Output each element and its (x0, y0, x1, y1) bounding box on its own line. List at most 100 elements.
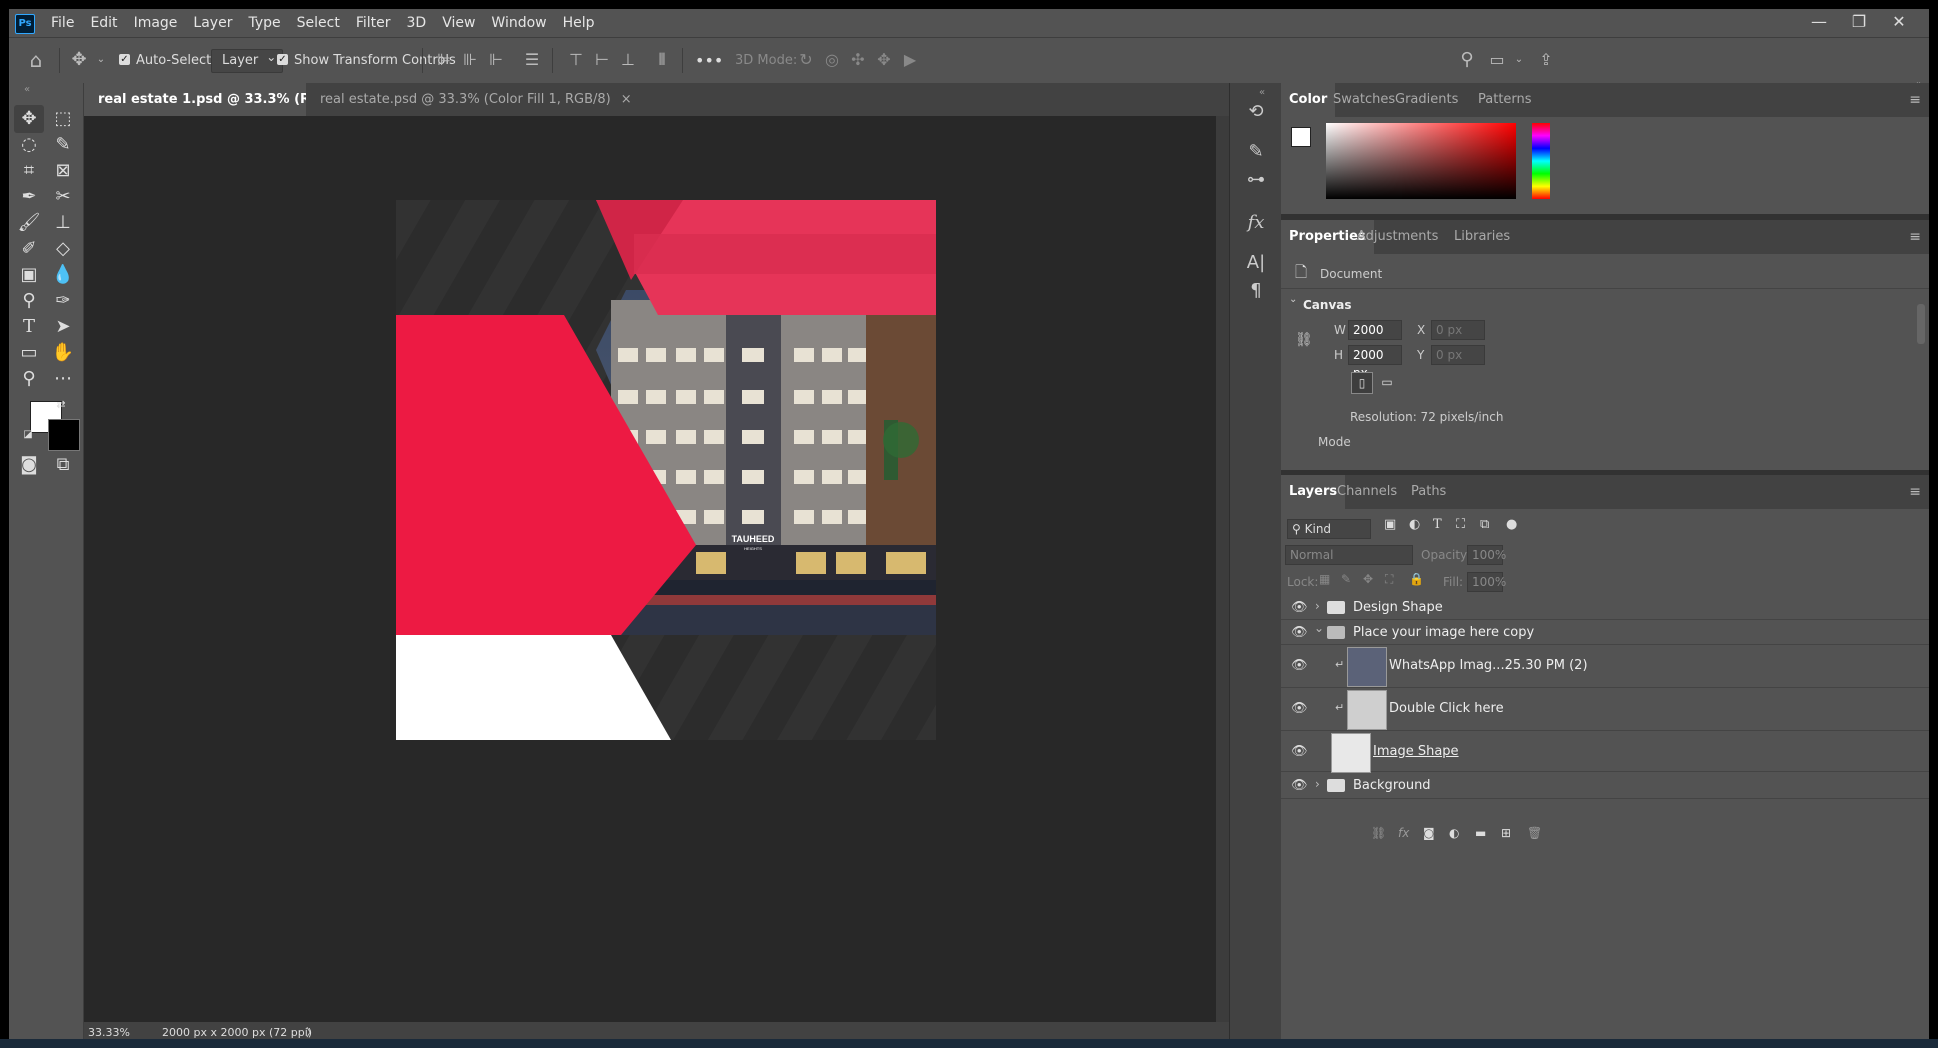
portrait-orientation-icon[interactable]: ▯ (1351, 372, 1373, 394)
tab-gradients[interactable]: Gradients (1387, 83, 1466, 117)
eye-icon[interactable]: 👁 (1291, 701, 1308, 716)
character-icon[interactable]: A| (1242, 249, 1270, 277)
layer-row[interactable]: 👁 Image Shape (1281, 731, 1929, 773)
adjustments-icon[interactable]: ⊶ (1242, 166, 1270, 194)
menu-select[interactable]: Select (289, 9, 348, 37)
add-mask-icon[interactable]: ◙ (1423, 826, 1435, 840)
tab-adjustments[interactable]: Adjustments (1349, 220, 1446, 254)
height-field[interactable]: 2000 px (1348, 345, 1402, 380)
layer-row[interactable]: 👁 › Background (1281, 772, 1929, 799)
filter-adjustment-icon[interactable]: ◐ (1409, 517, 1420, 532)
dodge-tool-icon[interactable]: ⚲ (14, 287, 44, 315)
filter-type-icon[interactable]: T (1433, 517, 1442, 532)
layer-row[interactable]: 👁 ↵ WhatsApp Imag...25.30 PM (2) (1281, 645, 1929, 688)
x-field[interactable]: 0 px (1431, 320, 1485, 340)
eye-icon[interactable]: 👁 (1291, 625, 1308, 640)
restore-button[interactable]: ❐ (1839, 9, 1879, 37)
path-select-tool-icon[interactable]: ➤ (48, 313, 78, 341)
styles-fx-icon[interactable]: fx (1242, 209, 1270, 237)
blur-tool-icon[interactable]: 💧 (48, 261, 78, 289)
width-field[interactable]: 2000 px (1348, 320, 1402, 355)
tab-paths[interactable]: Paths (1403, 475, 1454, 509)
chevron-down-icon[interactable]: ⌄ (1289, 294, 1297, 305)
eye-icon[interactable]: 👁 (1291, 658, 1308, 673)
vertical-scrollbar[interactable] (1216, 116, 1229, 1022)
marquee-tool-icon[interactable]: ⬚ (48, 105, 78, 133)
menu-type[interactable]: Type (240, 9, 288, 37)
background-color-swatch[interactable] (48, 419, 80, 451)
brush-tool-icon[interactable]: 🖌 (14, 209, 44, 237)
blend-mode-dropdown[interactable]: Normal (1285, 545, 1413, 565)
filter-pixel-icon[interactable]: ▣ (1384, 517, 1396, 532)
screen-mode-icon[interactable]: ⧉ (48, 451, 78, 479)
layer-filter-kind[interactable]: ⚲ Kind (1287, 519, 1371, 539)
layer-row[interactable]: 👁 › Design Shape (1281, 595, 1929, 620)
history-brush-tool-icon[interactable]: ✐ (14, 235, 44, 263)
frame-tool-icon[interactable]: ⊠ (48, 157, 78, 185)
align-left-icon[interactable]: ⊫ (434, 50, 454, 70)
quick-mask-icon[interactable]: ◙ (14, 451, 44, 479)
tab-channels[interactable]: Channels (1329, 475, 1405, 509)
properties-scrollbar[interactable] (1917, 304, 1925, 344)
eraser-tool-icon[interactable]: ◇ (48, 235, 78, 263)
camera-3d-icon[interactable]: ▶ (900, 50, 920, 70)
share-icon[interactable]: ⇪ (1536, 50, 1556, 70)
new-layer-icon[interactable]: ⊞ (1501, 826, 1511, 840)
fill-field[interactable]: 100% (1467, 572, 1506, 592)
chevron-down-icon[interactable]: ⌄ (91, 50, 111, 70)
menu-filter[interactable]: Filter (348, 9, 399, 37)
trash-icon[interactable]: 🗑 (1527, 826, 1542, 840)
hue-slider[interactable] (1532, 123, 1550, 199)
quick-select-tool-icon[interactable]: ✎ (48, 131, 78, 159)
foreground-color-swatch[interactable] (1291, 127, 1311, 147)
align-middle-icon[interactable]: ⊢ (592, 50, 612, 70)
align-center-icon[interactable]: ⊪ (460, 50, 480, 70)
menu-edit[interactable]: Edit (82, 9, 125, 37)
type-tool-icon[interactable]: T (14, 313, 44, 341)
layer-row[interactable]: 👁 ↵ Double Click here (1281, 688, 1929, 731)
eye-icon[interactable]: 👁 (1291, 600, 1308, 615)
orbit-3d-icon[interactable]: ↻ (796, 50, 816, 70)
zoom-tool-icon[interactable]: ⚲ (14, 365, 44, 393)
tab-real-estate[interactable]: real estate.psd @ 33.3% (Color Fill 1, R… (306, 83, 646, 116)
close-button[interactable]: ✕ (1879, 9, 1919, 37)
align-right-icon[interactable]: ⊩ (486, 50, 506, 70)
tab-libraries[interactable]: Libraries (1446, 220, 1518, 254)
pen-tool-icon[interactable]: ✑ (48, 287, 78, 315)
roll-3d-icon[interactable]: ◎ (822, 50, 842, 70)
eye-icon[interactable]: 👁 (1291, 744, 1308, 759)
filter-toggle-icon[interactable]: ● (1506, 517, 1517, 532)
panel-menu-icon[interactable]: ≡ (1909, 220, 1921, 254)
rectangle-tool-icon[interactable]: ▭ (14, 339, 44, 367)
collapse-icon[interactable]: « (12, 83, 42, 97)
lock-position-icon[interactable]: ✥ (1363, 572, 1373, 586)
chevron-right-icon[interactable]: › (1315, 777, 1320, 791)
opacity-field[interactable]: 100% (1467, 545, 1506, 565)
panel-menu-icon[interactable]: ≡ (1909, 475, 1921, 509)
spot-healing-tool-icon[interactable]: ✂ (48, 183, 78, 211)
slide-3d-icon[interactable]: ✥ (874, 50, 894, 70)
y-field[interactable]: 0 px (1431, 345, 1485, 365)
distribute-vertical-icon[interactable]: ☰ (522, 50, 542, 70)
history-icon[interactable]: ⟲ (1242, 98, 1270, 126)
chevron-down-icon[interactable]: ⌄ (1509, 50, 1529, 70)
lasso-tool-icon[interactable]: ◌ (14, 131, 44, 159)
close-tab-icon[interactable]: × (621, 92, 632, 107)
tab-patterns[interactable]: Patterns (1470, 83, 1540, 117)
panel-menu-icon[interactable]: ≡ (1909, 83, 1921, 117)
eye-icon[interactable]: 👁 (1291, 778, 1308, 793)
chevron-right-icon[interactable]: › (1315, 599, 1320, 613)
crop-tool-icon[interactable]: ⌗ (14, 157, 44, 185)
link-icon[interactable]: ⛓ (1295, 332, 1313, 348)
lock-all-icon[interactable]: 🔒 (1409, 572, 1424, 586)
menu-help[interactable]: Help (555, 9, 603, 37)
brush-settings-icon[interactable]: ✎ (1242, 138, 1270, 166)
pan-3d-icon[interactable]: ✣ (848, 50, 868, 70)
lock-pixels-icon[interactable]: ✎ (1341, 572, 1351, 586)
distribute-horizontal-icon[interactable]: ⦀ (652, 50, 672, 70)
menu-window[interactable]: Window (483, 9, 554, 37)
fx-icon[interactable]: fx (1398, 826, 1409, 840)
move-tool-icon[interactable]: ✥ (14, 105, 44, 133)
adjustment-layer-icon[interactable]: ◐ (1449, 826, 1459, 840)
search-icon[interactable]: ⚲ (1457, 50, 1477, 70)
